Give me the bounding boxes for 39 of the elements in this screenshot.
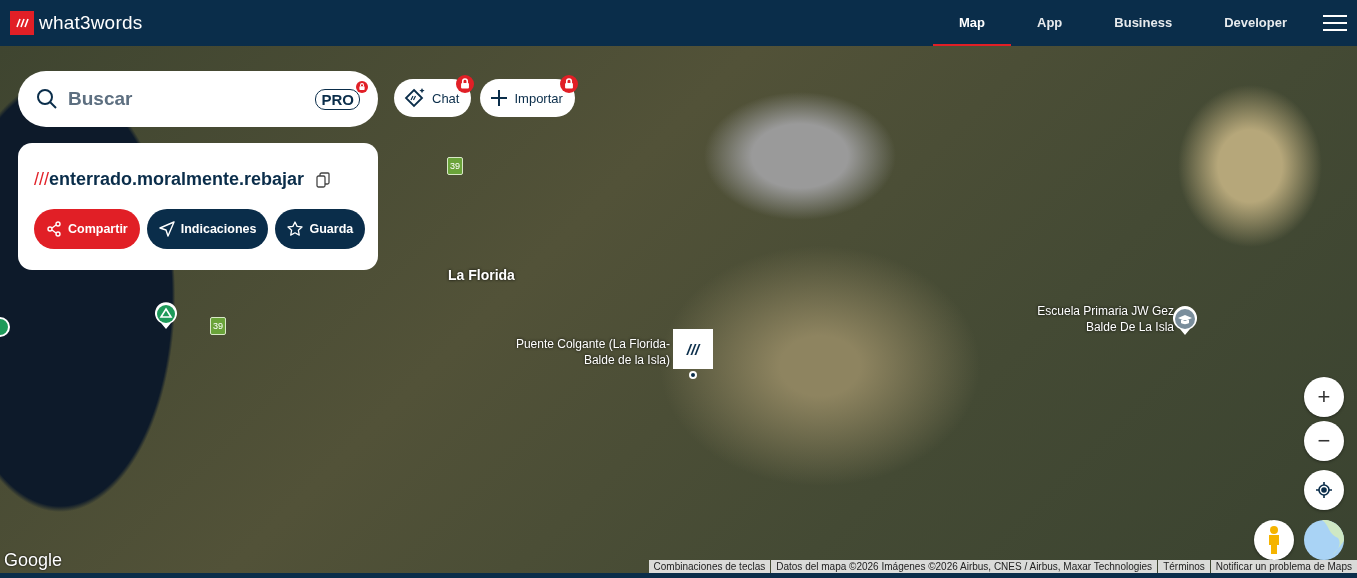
share-icon	[46, 221, 62, 237]
logo-text: what3words	[39, 12, 143, 34]
attribution-link[interactable]: Términos	[1158, 560, 1210, 573]
target-icon	[1316, 482, 1332, 498]
attribution-link[interactable]: Notificar un problema de Maps	[1210, 560, 1357, 573]
place-label: Puente Colgante (La Florida-Balde de la Isla)	[514, 336, 670, 368]
route-shield: 39	[210, 317, 226, 335]
share-button[interactable]: Compartir	[34, 209, 140, 249]
plus-icon	[490, 89, 509, 107]
map-layer-thumbnail[interactable]	[1304, 520, 1344, 560]
search-field[interactable]: Buscar	[68, 88, 306, 110]
place-label: Escuela Primaria JW Gez Balde De La Isla	[1036, 303, 1174, 335]
star-icon	[287, 221, 304, 237]
directions-button[interactable]: Indicaciones	[146, 209, 269, 249]
attribution-link[interactable]: Datos del mapa ©2026 Imágenes ©2026 Airbus, CNES / Airbus, Maxar Technologies	[771, 560, 1158, 573]
location-marker[interactable]: ///	[673, 329, 713, 369]
search-icon	[36, 88, 58, 110]
town-label: La Florida	[448, 267, 515, 283]
route-shield: 39	[447, 157, 463, 175]
address-text: ///enterrado.moralmente.rebajar	[34, 169, 305, 190]
school-pin-icon[interactable]	[1172, 306, 1198, 336]
nav-tab[interactable]: Business	[1088, 0, 1199, 46]
search-bar[interactable]: Buscar PRO	[18, 71, 378, 127]
copy-icon[interactable]	[316, 171, 331, 188]
zoom-out-button[interactable]: −	[1304, 421, 1344, 461]
nav-tab[interactable]: Map	[933, 0, 1012, 46]
google-logo-text: Google	[4, 550, 63, 571]
menu-icon[interactable]	[1323, 15, 1347, 31]
nav-tab[interactable]: App	[1011, 0, 1089, 46]
pegman-icon	[1267, 526, 1281, 554]
zoom-in-button[interactable]: +	[1304, 377, 1344, 417]
save-button[interactable]: Guarda	[275, 209, 366, 249]
location-dot-icon	[689, 371, 697, 379]
sparkle-diamond-icon	[404, 87, 426, 109]
attribution-link[interactable]: Combinaciones de teclas	[648, 560, 771, 573]
street-view-button[interactable]	[1254, 520, 1294, 560]
my-location-button[interactable]	[1304, 470, 1344, 510]
navigation-arrow-icon	[158, 221, 175, 237]
nav-tab[interactable]: Developer	[1198, 0, 1313, 46]
